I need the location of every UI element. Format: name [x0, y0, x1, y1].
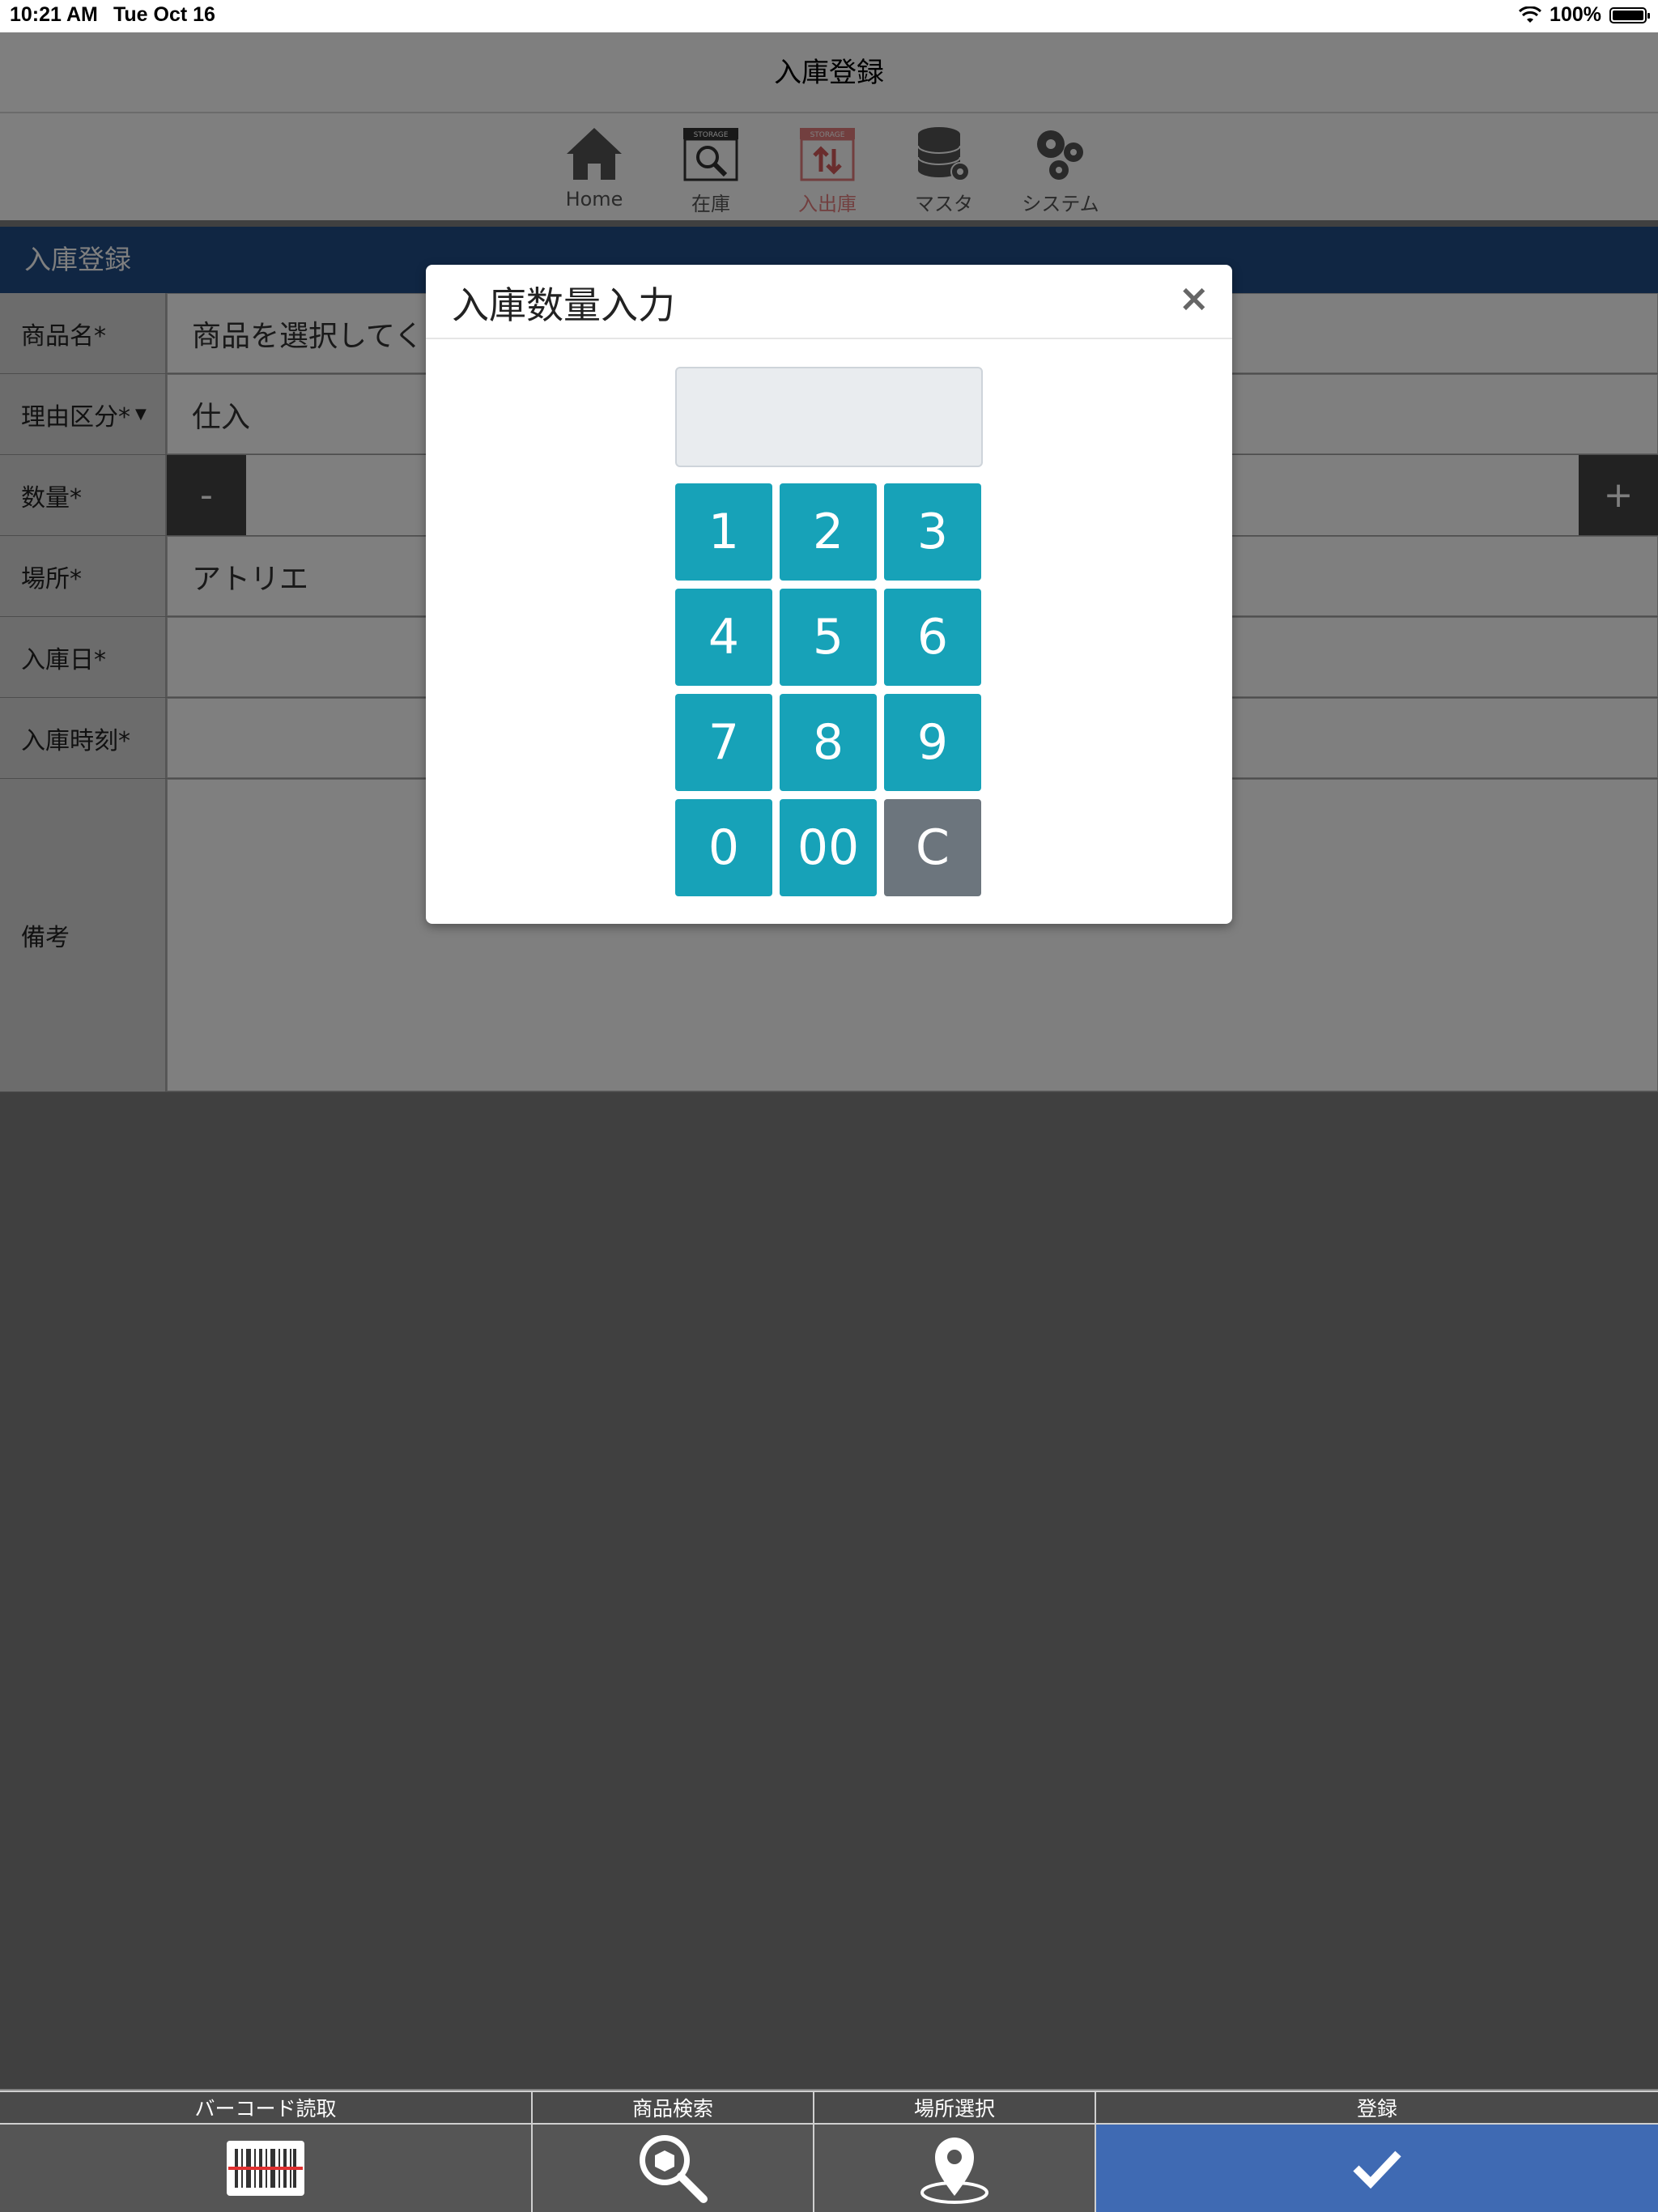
quantity-display: [675, 367, 983, 467]
toolbar-label: 場所選択: [814, 2091, 1095, 2125]
key-8[interactable]: 8: [780, 694, 877, 791]
close-icon[interactable]: ×: [1178, 276, 1209, 320]
key-0[interactable]: 0: [675, 799, 772, 896]
checkmark-icon: [1353, 2150, 1401, 2189]
key-4[interactable]: 4: [675, 589, 772, 686]
barcode-scan-button[interactable]: バーコード読取: [0, 2091, 531, 2212]
product-search-icon: [640, 2135, 708, 2203]
key-00[interactable]: 00: [780, 799, 877, 896]
toolbar-label: 商品検索: [533, 2091, 813, 2125]
key-5[interactable]: 5: [780, 589, 877, 686]
product-search-button[interactable]: 商品検索: [531, 2091, 813, 2212]
battery-percent: 100%: [1550, 3, 1601, 26]
location-select-button[interactable]: 場所選択: [813, 2091, 1095, 2212]
quantity-input-dialog: 入庫数量入力 × 1 2 3 4 5 6 7 8 9 0 00 C: [426, 265, 1232, 924]
status-bar: 10:21 AM Tue Oct 16 100%: [0, 0, 1658, 32]
key-3[interactable]: 3: [884, 483, 981, 581]
key-2[interactable]: 2: [780, 483, 877, 581]
key-1[interactable]: 1: [675, 483, 772, 581]
battery-level: [1613, 10, 1643, 20]
wifi-icon: [1519, 6, 1542, 23]
battery-icon: [1609, 6, 1650, 23]
modal-header: 入庫数量入力 ×: [426, 265, 1232, 339]
status-indicators: 100%: [1519, 3, 1650, 27]
register-button[interactable]: 登録: [1095, 2091, 1658, 2212]
toolbar-label: 登録: [1096, 2091, 1658, 2125]
location-pin-icon: [920, 2138, 988, 2204]
bottom-toolbar: バーコード読取 商品検索 場所選択 登録: [0, 2091, 1658, 2212]
barcode-icon: [227, 2141, 304, 2196]
key-7[interactable]: 7: [675, 694, 772, 791]
key-6[interactable]: 6: [884, 589, 981, 686]
status-date: Tue Oct 16: [113, 3, 215, 26]
status-time: 10:21 AM: [10, 3, 98, 26]
key-clear[interactable]: C: [884, 799, 981, 896]
toolbar-label: バーコード読取: [0, 2091, 531, 2125]
modal-title: 入庫数量入力: [452, 283, 675, 327]
key-9[interactable]: 9: [884, 694, 981, 791]
